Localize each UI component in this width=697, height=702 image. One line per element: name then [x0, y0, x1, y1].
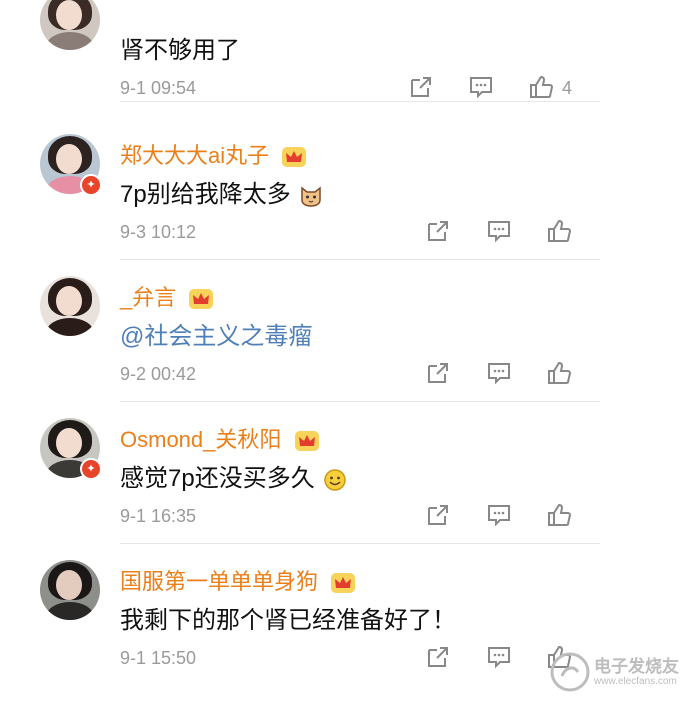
comment-item: 国服第一单单单身狗 我剩下的那个肾已经准备好了！ 9-1 15:50 — [0, 544, 600, 686]
watermark-url: www.elecfans.com — [594, 676, 677, 687]
like-count: 4 — [562, 78, 573, 98]
timestamp: 9-3 10:12 — [120, 222, 197, 242]
thumbs-up-icon[interactable] — [546, 360, 572, 386]
crown-icon — [282, 147, 307, 168]
timestamp: 9-1 09:54 — [120, 78, 197, 98]
username[interactable]: _弁言 — [120, 280, 214, 312]
share-icon[interactable] — [425, 360, 451, 386]
username-text: Osmond_关秋阳 — [120, 427, 282, 452]
thumbs-up-icon[interactable] — [528, 74, 554, 100]
timestamp: 9-2 00:42 — [120, 364, 197, 384]
username-text: _弁言 — [120, 285, 177, 310]
crown-icon — [294, 431, 319, 452]
smile-emoji-icon — [324, 468, 347, 491]
username[interactable]: 郑大大大ai丸子 — [120, 138, 307, 170]
watermark-logo: 电子发烧友 www.elecfans.com — [548, 650, 688, 694]
crown-icon — [189, 289, 214, 310]
thumbs-up-icon[interactable] — [546, 502, 572, 528]
comment-item: ✦ Osmond_关秋阳 感觉7p还没买多久 9-1 16:35 — [0, 402, 600, 544]
comment-item: ✦ 郑大大大ai丸子 7p别给我降太多 9-3 10:12 — [0, 118, 600, 260]
share-icon[interactable] — [425, 218, 451, 244]
watermark-title: 电子发烧友 — [594, 657, 679, 676]
username[interactable]: 国服第一单单单身狗 — [120, 564, 356, 596]
comment-text-content: 7p别给我降太多 — [120, 181, 291, 208]
timestamp: 9-1 16:35 — [120, 506, 197, 526]
avatar[interactable] — [40, 560, 100, 620]
username-text: 国服第一单单单身狗 — [120, 569, 319, 594]
share-icon[interactable] — [425, 502, 451, 528]
username-text: 郑大大大ai丸子 — [120, 143, 270, 168]
comment-text: 肾不够用了 — [120, 37, 240, 64]
comment-text: 感觉7p还没买多久 — [120, 458, 347, 493]
share-icon[interactable] — [425, 644, 451, 670]
comment-icon[interactable] — [468, 74, 494, 100]
comment-text: 7p别给我降太多 — [120, 174, 323, 209]
comment-icon[interactable] — [486, 218, 512, 244]
username[interactable]: Osmond_关秋阳 — [120, 422, 320, 454]
comment-icon[interactable] — [486, 644, 512, 670]
comment-text-content: 感觉7p还没买多久 — [120, 465, 315, 492]
mention-link[interactable]: @社会主义之毒瘤 — [120, 316, 312, 351]
comment-icon[interactable] — [486, 360, 512, 386]
verified-badge: ✦ — [80, 458, 102, 480]
verified-badge: ✦ — [80, 174, 102, 196]
thumbs-up-icon[interactable] — [546, 218, 572, 244]
cat-emoji-icon — [301, 186, 322, 207]
comment-icon[interactable] — [486, 502, 512, 528]
divider — [120, 101, 600, 102]
avatar[interactable] — [40, 276, 100, 336]
comment-item: 肾不够用了 9-1 09:54 4 — [0, 0, 600, 102]
share-icon[interactable] — [408, 74, 434, 100]
avatar[interactable] — [40, 0, 100, 50]
comment-text: 我剩下的那个肾已经准备好了！ — [120, 607, 456, 634]
crown-icon — [331, 573, 356, 594]
comment-item: _弁言 @社会主义之毒瘤 9-2 00:42 — [0, 260, 600, 402]
watermark-icon — [550, 652, 590, 692]
timestamp: 9-1 15:50 — [120, 648, 197, 668]
